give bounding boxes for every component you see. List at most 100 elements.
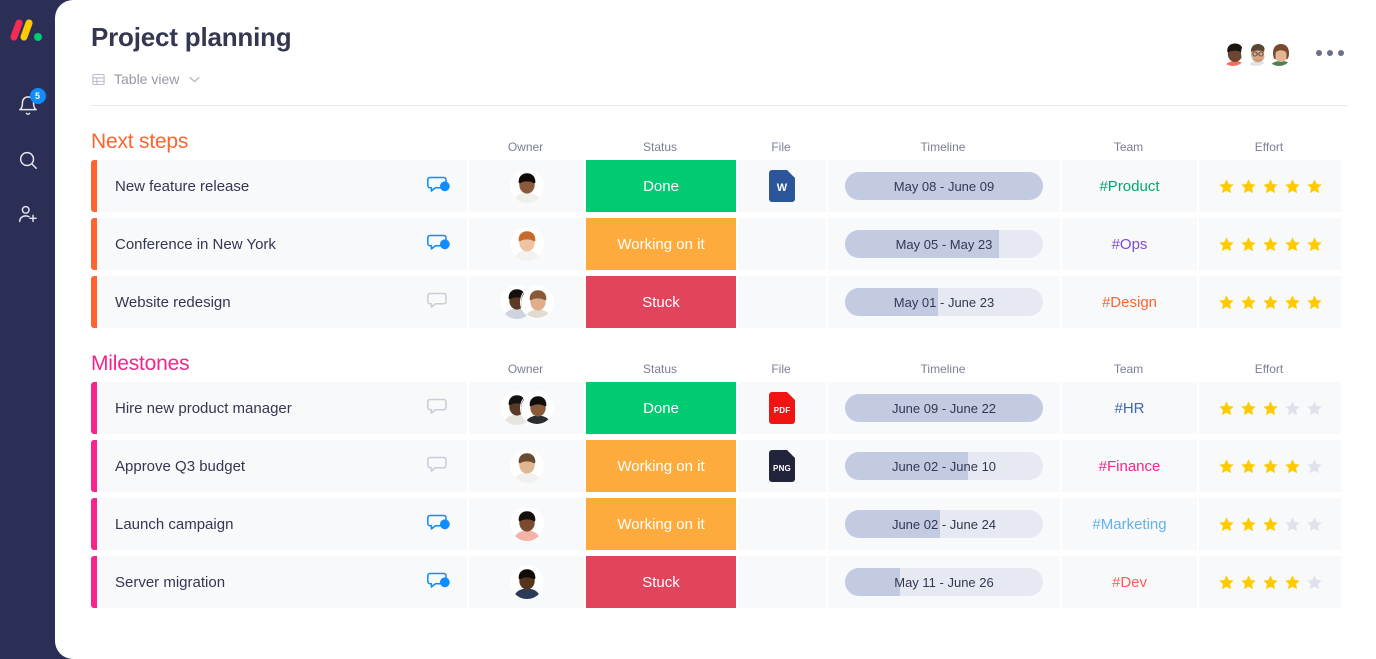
table-row[interactable]: New feature release Done W May 08 - June… xyxy=(91,160,1348,212)
star-icon[interactable] xyxy=(1284,178,1301,195)
row-owner-cell[interactable] xyxy=(469,556,584,608)
row-timeline-cell[interactable]: May 05 - May 23 xyxy=(828,218,1060,270)
owner-avatar[interactable] xyxy=(519,285,554,319)
star-icon[interactable] xyxy=(1218,400,1235,417)
timeline-bar[interactable]: May 01 - June 23 xyxy=(845,288,1043,316)
file-icon-w[interactable]: W xyxy=(769,170,795,202)
star-icon[interactable] xyxy=(1218,516,1235,533)
owner-avatar[interactable] xyxy=(519,391,554,425)
comment-bubble-icon[interactable] xyxy=(426,172,451,201)
row-owner-cell[interactable] xyxy=(469,160,584,212)
effort-rating[interactable] xyxy=(1218,400,1323,417)
row-file-cell[interactable]: PNG xyxy=(738,440,826,492)
row-effort-cell[interactable] xyxy=(1199,556,1341,608)
row-timeline-cell[interactable]: May 01 - June 23 xyxy=(828,276,1060,328)
star-icon[interactable] xyxy=(1306,516,1323,533)
row-owner-cell[interactable] xyxy=(469,498,584,550)
row-status-cell[interactable]: Stuck xyxy=(586,276,736,328)
row-status-cell[interactable]: Stuck xyxy=(586,556,736,608)
row-timeline-cell[interactable]: May 11 - June 26 xyxy=(828,556,1060,608)
timeline-bar[interactable]: May 05 - May 23 xyxy=(845,230,1043,258)
star-icon[interactable] xyxy=(1262,458,1279,475)
timeline-bar[interactable]: May 11 - June 26 xyxy=(845,568,1043,596)
row-status-cell[interactable]: Done xyxy=(586,160,736,212)
row-name-cell[interactable]: Approve Q3 budget xyxy=(97,440,467,492)
row-effort-cell[interactable] xyxy=(1199,160,1341,212)
table-row[interactable]: Hire new product manager Done PDF June 0… xyxy=(91,382,1348,434)
table-row[interactable]: Approve Q3 budget Working on it PNG June… xyxy=(91,440,1348,492)
star-icon[interactable] xyxy=(1240,400,1257,417)
comment-bubble-icon[interactable] xyxy=(426,288,451,317)
star-icon[interactable] xyxy=(1284,236,1301,253)
row-team-cell[interactable]: #Dev xyxy=(1062,556,1197,608)
sidebar-item-invite-member[interactable] xyxy=(8,194,48,234)
row-owner-cell[interactable] xyxy=(469,276,584,328)
timeline-bar[interactable]: June 02 - June 10 xyxy=(845,452,1043,480)
row-file-cell[interactable] xyxy=(738,276,826,328)
effort-rating[interactable] xyxy=(1218,516,1323,533)
star-icon[interactable] xyxy=(1306,236,1323,253)
star-icon[interactable] xyxy=(1262,236,1279,253)
star-icon[interactable] xyxy=(1240,458,1257,475)
row-effort-cell[interactable] xyxy=(1199,498,1341,550)
row-owner-cell[interactable] xyxy=(469,440,584,492)
row-owner-cell[interactable] xyxy=(469,218,584,270)
star-icon[interactable] xyxy=(1306,294,1323,311)
file-icon-png[interactable]: PNG xyxy=(769,450,795,482)
star-icon[interactable] xyxy=(1262,178,1279,195)
more-options-button[interactable] xyxy=(1312,42,1348,64)
row-name-cell[interactable]: Hire new product manager xyxy=(97,382,467,434)
chevron-down-icon[interactable] xyxy=(189,76,200,83)
row-effort-cell[interactable] xyxy=(1199,218,1341,270)
star-icon[interactable] xyxy=(1218,294,1235,311)
owner-avatar[interactable] xyxy=(509,169,544,203)
star-icon[interactable] xyxy=(1240,294,1257,311)
star-icon[interactable] xyxy=(1240,236,1257,253)
row-name-cell[interactable]: Conference in New York xyxy=(97,218,467,270)
owner-avatar[interactable] xyxy=(509,227,544,261)
owner-avatar[interactable] xyxy=(509,449,544,483)
table-row[interactable]: Conference in New York Working on it May… xyxy=(91,218,1348,270)
row-team-cell[interactable]: #Ops xyxy=(1062,218,1197,270)
group-title[interactable]: Next steps xyxy=(91,130,467,154)
star-icon[interactable] xyxy=(1262,400,1279,417)
file-icon-pdf[interactable]: PDF xyxy=(769,392,795,424)
star-icon[interactable] xyxy=(1284,574,1301,591)
star-icon[interactable] xyxy=(1218,236,1235,253)
row-timeline-cell[interactable]: June 09 - June 22 xyxy=(828,382,1060,434)
star-icon[interactable] xyxy=(1284,400,1301,417)
row-status-cell[interactable]: Done xyxy=(586,382,736,434)
table-row[interactable]: Server migration Stuck May 11 - June 26 … xyxy=(91,556,1348,608)
row-file-cell[interactable] xyxy=(738,218,826,270)
table-row[interactable]: Launch campaign Working on it June 02 - … xyxy=(91,498,1348,550)
row-file-cell[interactable]: PDF xyxy=(738,382,826,434)
star-icon[interactable] xyxy=(1306,458,1323,475)
row-file-cell[interactable] xyxy=(738,556,826,608)
row-team-cell[interactable]: #Design xyxy=(1062,276,1197,328)
row-name-cell[interactable]: Launch campaign xyxy=(97,498,467,550)
comment-bubble-icon[interactable] xyxy=(426,394,451,423)
group-title[interactable]: Milestones xyxy=(91,352,467,376)
star-icon[interactable] xyxy=(1284,294,1301,311)
effort-rating[interactable] xyxy=(1218,458,1323,475)
row-timeline-cell[interactable]: June 02 - June 24 xyxy=(828,498,1060,550)
view-switcher[interactable]: Table view xyxy=(91,71,291,87)
timeline-bar[interactable]: June 02 - June 24 xyxy=(845,510,1043,538)
row-file-cell[interactable]: W xyxy=(738,160,826,212)
row-name-cell[interactable]: Server migration xyxy=(97,556,467,608)
star-icon[interactable] xyxy=(1240,178,1257,195)
row-timeline-cell[interactable]: May 08 - June 09 xyxy=(828,160,1060,212)
timeline-bar[interactable]: June 09 - June 22 xyxy=(845,394,1043,422)
owner-avatar-group[interactable] xyxy=(499,285,554,319)
star-icon[interactable] xyxy=(1284,458,1301,475)
row-effort-cell[interactable] xyxy=(1199,382,1341,434)
table-row[interactable]: Website redesign Stuck May 01 - June 23 xyxy=(91,276,1348,328)
star-icon[interactable] xyxy=(1218,458,1235,475)
effort-rating[interactable] xyxy=(1218,294,1323,311)
star-icon[interactable] xyxy=(1306,400,1323,417)
owner-avatar[interactable] xyxy=(509,507,544,541)
comment-bubble-icon[interactable] xyxy=(426,230,451,259)
sidebar-item-search[interactable] xyxy=(8,140,48,180)
avatar[interactable] xyxy=(1264,38,1294,68)
row-owner-cell[interactable] xyxy=(469,382,584,434)
